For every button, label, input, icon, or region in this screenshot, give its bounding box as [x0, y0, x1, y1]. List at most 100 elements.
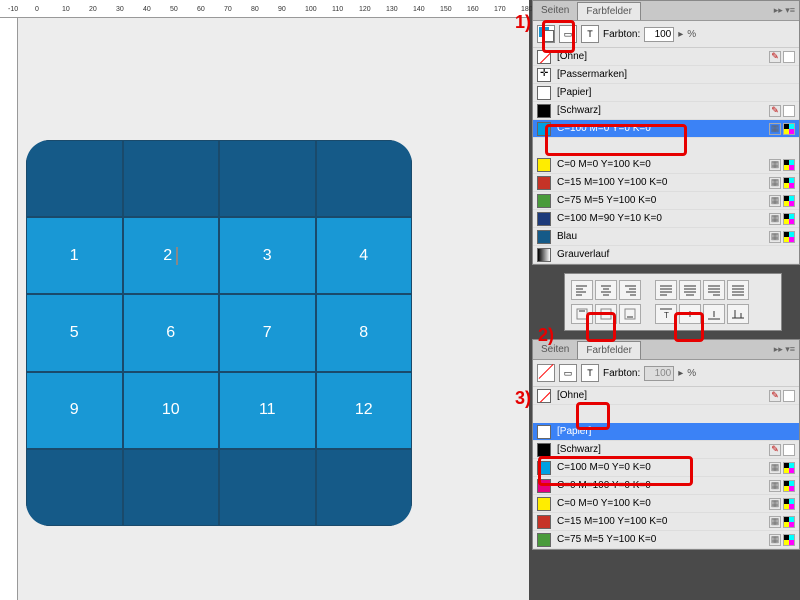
- grid-cell[interactable]: [123, 140, 220, 217]
- grid-cell[interactable]: 4: [316, 217, 413, 294]
- swatch-row[interactable]: C=75 M=5 Y=100 K=0▦: [533, 531, 799, 549]
- swatch-row[interactable]: [Ohne]: [533, 387, 799, 405]
- grid-cell[interactable]: 2: [123, 217, 220, 294]
- swatch-label: C=15 M=100 Y=100 K=0: [557, 177, 667, 188]
- swatch-row[interactable]: Blau▦: [533, 228, 799, 246]
- justify-all-button[interactable]: [727, 280, 749, 300]
- container-mode-icon[interactable]: ▭: [559, 25, 577, 43]
- farbton-input[interactable]: [644, 366, 674, 381]
- swatch-meta-icons: ▦: [769, 516, 795, 528]
- ruler-vertical: [0, 18, 18, 600]
- grid-cell[interactable]: 3: [219, 217, 316, 294]
- grid-cell[interactable]: 12: [316, 372, 413, 449]
- cmyk-icon: [783, 195, 795, 207]
- calendar-grid-object[interactable]: 123456789101112: [26, 140, 412, 526]
- swatch-row[interactable]: C=15 M=100 Y=100 K=0▦: [533, 174, 799, 192]
- justify-left-button[interactable]: [655, 280, 677, 300]
- swatch-chip-icon: [537, 443, 551, 457]
- grid-cell[interactable]: [219, 449, 316, 526]
- container-mode-icon[interactable]: ▭: [559, 364, 577, 382]
- text-mode-icon[interactable]: T: [581, 364, 599, 382]
- grid-cell[interactable]: [316, 140, 413, 217]
- global-icon: ▦: [769, 195, 781, 207]
- global-icon: ▦: [769, 534, 781, 546]
- ruler-tick: 50: [170, 6, 178, 13]
- align-to-center-button[interactable]: [679, 304, 701, 324]
- fill-stroke-toggle[interactable]: [537, 25, 555, 43]
- swatch-label: [Ohne]: [557, 51, 587, 62]
- align-to-baseline-button[interactable]: [727, 304, 749, 324]
- swatch-chip-icon: [537, 212, 551, 226]
- farbton-slider-icon[interactable]: ▸: [678, 368, 683, 379]
- swatch-row[interactable]: C=0 M=0 Y=100 K=0▦: [533, 156, 799, 174]
- swatch-row[interactable]: [Ohne]: [533, 48, 799, 66]
- farbton-input[interactable]: [644, 27, 674, 42]
- swatch-row[interactable]: [Schwarz]: [533, 441, 799, 459]
- justify-right-button[interactable]: [703, 280, 725, 300]
- align-left-button[interactable]: [571, 280, 593, 300]
- tab-seiten[interactable]: Seiten: [533, 2, 577, 19]
- grid-cell[interactable]: 7: [219, 294, 316, 371]
- swatch-row[interactable]: C=100 M=0 Y=0 K=0▦: [533, 459, 799, 477]
- panel-menu-icon[interactable]: ▸▸ ▾≡: [774, 344, 795, 355]
- swatch-row[interactable]: [Papier]: [533, 423, 799, 441]
- document-canvas: -100102030405060708090100110120130140150…: [0, 0, 529, 600]
- swatch-chip-icon: [537, 50, 551, 64]
- ruler-tick: 170: [494, 6, 506, 13]
- swatch-row[interactable]: C=100 M=90 Y=10 K=0▦: [533, 210, 799, 228]
- grid-cell[interactable]: 5: [26, 294, 123, 371]
- swatch-row[interactable]: [Schwarz]: [533, 102, 799, 120]
- panel-menu-icon[interactable]: ▸▸ ▾≡: [774, 5, 795, 16]
- swatch-meta-icons: [769, 105, 795, 117]
- justify-center-button[interactable]: [679, 280, 701, 300]
- grid-cell[interactable]: 9: [26, 372, 123, 449]
- panel-tabs: Seiten Farbfelder ▸▸ ▾≡: [533, 1, 799, 21]
- valign-center-button[interactable]: [595, 304, 617, 324]
- grid-cell[interactable]: 6: [123, 294, 220, 371]
- global-icon: ▦: [769, 231, 781, 243]
- tab-farbfelder[interactable]: Farbfelder: [577, 2, 641, 20]
- grid-cell[interactable]: [316, 449, 413, 526]
- text-mode-icon[interactable]: T: [581, 25, 599, 43]
- ruler-tick: 120: [359, 6, 371, 13]
- valign-top-button[interactable]: [571, 304, 593, 324]
- swatch-chip-icon: [537, 194, 551, 208]
- align-center-button[interactable]: [595, 280, 617, 300]
- global-icon: ▦: [769, 498, 781, 510]
- farbton-slider-icon[interactable]: ▸: [678, 29, 683, 40]
- valign-bottom-button[interactable]: [619, 304, 641, 324]
- swatch-label: C=100 M=90 Y=10 K=0: [557, 213, 662, 224]
- grid-cell[interactable]: 11: [219, 372, 316, 449]
- grid-cell[interactable]: [219, 140, 316, 217]
- ruler-tick: 60: [197, 6, 205, 13]
- swatch-meta-icons: ▦: [769, 534, 795, 546]
- cmyk-icon: [783, 534, 795, 546]
- swatch-row[interactable]: C=0 M=0 Y=100 K=0▦: [533, 495, 799, 513]
- tab-farbfelder[interactable]: Farbfelder: [577, 341, 641, 359]
- grid-cell[interactable]: 8: [316, 294, 413, 371]
- swatch-meta-icons: [769, 51, 795, 63]
- annotation-3: 3): [515, 388, 531, 409]
- ruler-tick: 20: [89, 6, 97, 13]
- swatch-meta-icons: ▦: [769, 462, 795, 474]
- grid-cell[interactable]: [123, 449, 220, 526]
- swatch-meta-icons: [769, 390, 795, 402]
- ruler-tick: 90: [278, 6, 286, 13]
- align-to-bottom-button[interactable]: [703, 304, 725, 324]
- grid-cell[interactable]: [26, 140, 123, 217]
- grid-cell[interactable]: 10: [123, 372, 220, 449]
- swatch-row[interactable]: C=75 M=5 Y=100 K=0▦: [533, 192, 799, 210]
- swatch-row[interactable]: [Papier]: [533, 84, 799, 102]
- swatch-chip-icon: [537, 425, 551, 439]
- farbton-label: Farbton:: [603, 29, 640, 40]
- swatch-row[interactable]: Grauverlauf: [533, 246, 799, 264]
- fill-stroke-toggle[interactable]: [537, 364, 555, 382]
- swatch-row[interactable]: C=0 M=100 Y=0 K=0▦: [533, 477, 799, 495]
- grid-cell[interactable]: [26, 449, 123, 526]
- swatch-row[interactable]: C=100 M=0 Y=0 K=0▦: [533, 120, 799, 138]
- swatch-row[interactable]: C=15 M=100 Y=100 K=0▦: [533, 513, 799, 531]
- swatch-row[interactable]: [Passermarken]: [533, 66, 799, 84]
- grid-cell[interactable]: 1: [26, 217, 123, 294]
- align-to-top-button[interactable]: T: [655, 304, 677, 324]
- align-right-button[interactable]: [619, 280, 641, 300]
